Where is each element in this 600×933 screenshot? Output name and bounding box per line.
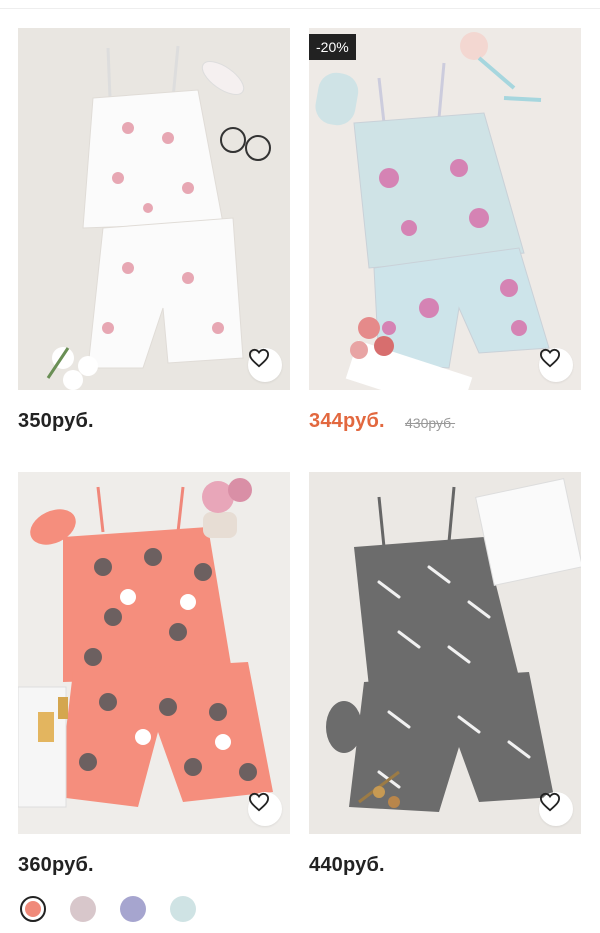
heart-outline-icon — [248, 792, 270, 812]
heart-outline-icon — [539, 792, 561, 812]
swatch-fill — [25, 901, 41, 917]
color-swatches — [20, 896, 196, 922]
product-price: 360руб. — [18, 854, 94, 876]
old-price: 430руб. — [405, 415, 456, 431]
heart-outline-icon — [539, 348, 561, 368]
favorite-button[interactable] — [539, 348, 573, 382]
favorite-button[interactable] — [539, 792, 573, 826]
heart-outline-icon — [248, 348, 270, 368]
product-image-1[interactable] — [18, 28, 290, 390]
product-price: 440руб. — [309, 854, 385, 876]
color-swatch-selected[interactable] — [20, 896, 46, 922]
discount-badge: -20% — [309, 34, 356, 60]
color-swatch[interactable] — [120, 896, 146, 922]
product-image-3[interactable] — [18, 472, 290, 834]
color-swatch[interactable] — [70, 896, 96, 922]
color-swatch[interactable] — [170, 896, 196, 922]
product-price: 350руб. — [18, 410, 94, 432]
favorite-button[interactable] — [248, 348, 282, 382]
top-divider — [0, 8, 600, 9]
product-image-2[interactable]: -20% — [309, 28, 581, 390]
favorite-button[interactable] — [248, 792, 282, 826]
product-image-4[interactable] — [309, 472, 581, 834]
sale-price: 344руб. — [309, 410, 385, 432]
